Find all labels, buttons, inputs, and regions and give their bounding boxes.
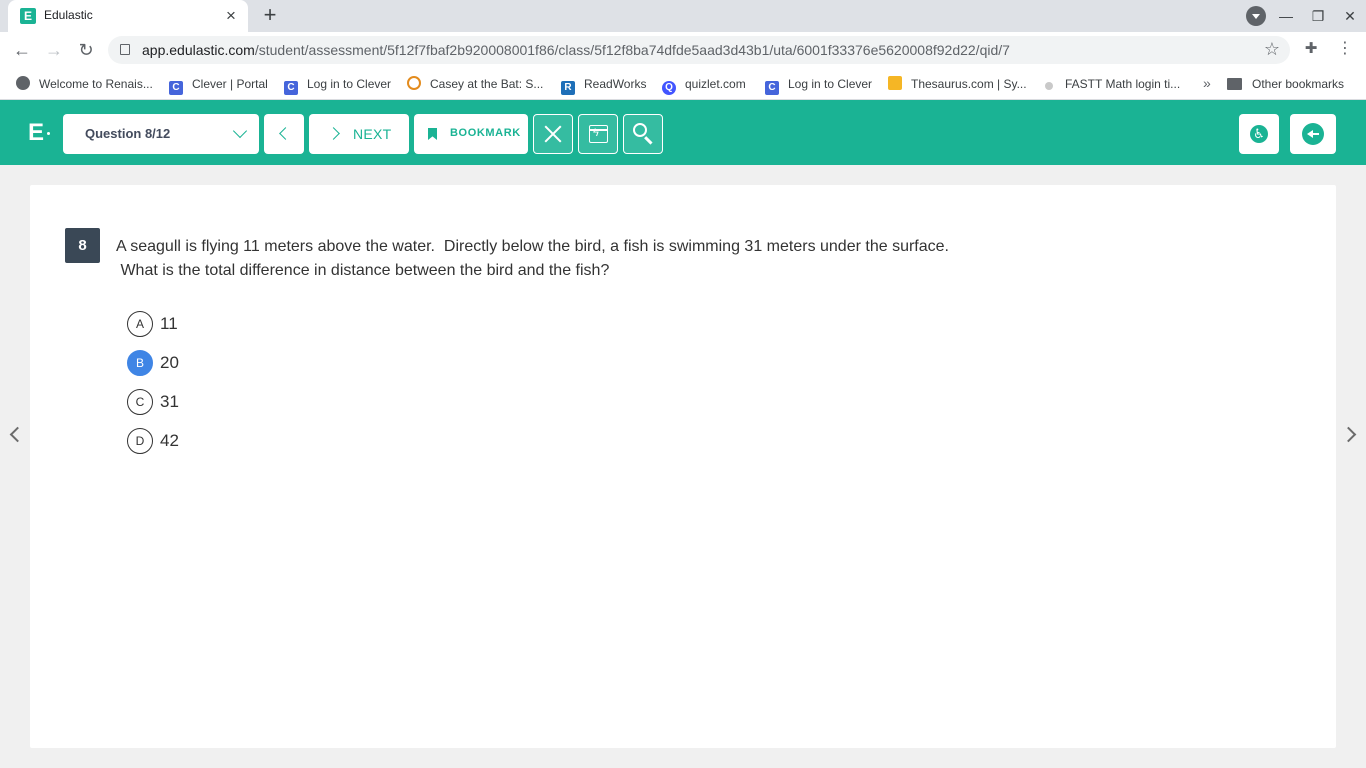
choice-letter-badge: C [127, 389, 153, 415]
question-stem-line: What is the total difference in distance… [116, 262, 610, 279]
content-area: 8 A seagull is flying 11 meters above th… [0, 165, 1366, 768]
new-tab-icon[interactable]: + [258, 4, 282, 27]
tab-search-icon[interactable] [1246, 6, 1266, 26]
bookmark-item[interactable]: C Clever | Portal [169, 76, 268, 95]
quizlet-icon: Q [662, 81, 676, 95]
question-stem: A seagull is flying 11 meters above the … [116, 235, 1036, 283]
chevron-right-icon [327, 127, 340, 140]
scratchpad-button[interactable] [578, 114, 618, 154]
choice-letter-badge: D [127, 428, 153, 454]
reload-icon[interactable]: ↻ [74, 39, 98, 61]
question-stem-line: A seagull is flying 11 meters above the … [116, 238, 949, 255]
readworks-icon: R [561, 81, 575, 95]
site-info-icon[interactable] [120, 44, 130, 55]
answer-eliminator-button[interactable] [533, 114, 573, 154]
window-close-icon[interactable]: ✕ [1340, 6, 1360, 26]
edulastic-logo: E [28, 119, 45, 146]
bookmark-item[interactable]: Welcome to Renais... [16, 76, 153, 92]
previous-button[interactable] [264, 114, 304, 154]
minimize-icon[interactable]: — [1276, 6, 1296, 26]
assessment-header: E Question 8/12 NEXT BOOKMARK ♿ [0, 100, 1366, 165]
exit-arrow-icon [1302, 123, 1324, 145]
bookmark-item[interactable]: FASTT Math login ti... [1042, 76, 1180, 92]
other-bookmarks[interactable]: Other bookmarks [1227, 76, 1344, 92]
back-arrow-icon[interactable]: ← [10, 39, 34, 61]
magnifier-button[interactable] [623, 114, 663, 154]
choice-letter-badge: B [127, 350, 153, 376]
question-card: 8 A seagull is flying 11 meters above th… [30, 185, 1336, 748]
bookmarks-bar: Welcome to Renais... C Clever | Portal CL… [0, 68, 1366, 100]
bookmark-item[interactable]: C Log in to Clever [765, 76, 872, 95]
logo-dot [47, 132, 50, 135]
bookmark-button[interactable]: BOOKMARK [414, 114, 528, 154]
clever-icon: C [284, 81, 298, 95]
previous-question-arrow-icon[interactable] [9, 426, 26, 443]
tab-title: Edulastic [44, 8, 93, 22]
browser-menu-icon[interactable]: ⋮ [1336, 39, 1354, 59]
bookmarks-overflow-icon[interactable]: » [1203, 75, 1211, 91]
clever-icon: C [169, 81, 183, 95]
bookmark-flag-icon [428, 128, 437, 140]
fastt-icon [1045, 82, 1053, 90]
url-text: app.edulastic.com/student/assessment/5f1… [142, 42, 1010, 58]
next-question-arrow-icon[interactable] [1340, 426, 1357, 443]
extensions-icon[interactable]: ✚ [1302, 39, 1320, 57]
question-selector-label: Question 8/12 [85, 126, 171, 141]
next-label: NEXT [353, 126, 392, 142]
address-bar[interactable]: app.edulastic.com/student/assessment/5f1… [108, 36, 1290, 64]
bookmark-item[interactable]: Qquizlet.com [662, 76, 746, 95]
choice-text: 31 [160, 392, 179, 411]
bookmark-star-icon[interactable]: ☆ [1264, 39, 1280, 60]
browser-tabstrip: E Edulastic × + — ❐ ✕ [0, 0, 1366, 32]
chevron-left-icon [279, 127, 292, 140]
choice-text: 42 [160, 431, 179, 450]
bookmark-item[interactable]: R ReadWorks [561, 76, 646, 95]
browser-toolbar: ← → ↻ app.edulastic.com/student/assessme… [0, 32, 1366, 68]
bookmark-item[interactable]: Thesaurus.com | Sy... [888, 76, 1027, 92]
question-number-badge: 8 [65, 228, 100, 263]
forward-arrow-icon[interactable]: → [42, 39, 66, 61]
folder-icon [1227, 78, 1242, 90]
browser-tab[interactable]: E Edulastic × [8, 0, 248, 32]
bookmark-item[interactable]: Casey at the Bat: S... [407, 76, 543, 92]
casey-icon [407, 76, 421, 90]
search-icon [633, 123, 647, 137]
scratchpad-icon [589, 125, 608, 143]
choice-text: 20 [160, 353, 179, 372]
choice-text: 11 [160, 314, 178, 333]
thesaurus-icon [888, 76, 902, 90]
bookmark-item[interactable]: C Log in to Clever [284, 76, 391, 95]
question-selector[interactable]: Question 8/12 [63, 114, 259, 154]
next-button[interactable]: NEXT [309, 114, 409, 154]
clever-icon: C [765, 81, 779, 95]
chevron-down-icon [232, 123, 248, 139]
accessibility-icon: ♿ [1250, 125, 1268, 143]
globe-icon [16, 76, 30, 90]
tab-close-icon[interactable]: × [222, 7, 240, 25]
exit-button[interactable] [1290, 114, 1336, 154]
accessibility-button[interactable]: ♿ [1239, 114, 1279, 154]
edulastic-favicon-icon: E [20, 8, 36, 24]
restore-icon[interactable]: ❐ [1308, 6, 1328, 26]
choice-letter-badge: A [127, 311, 153, 337]
bookmark-label: BOOKMARK [450, 127, 521, 139]
